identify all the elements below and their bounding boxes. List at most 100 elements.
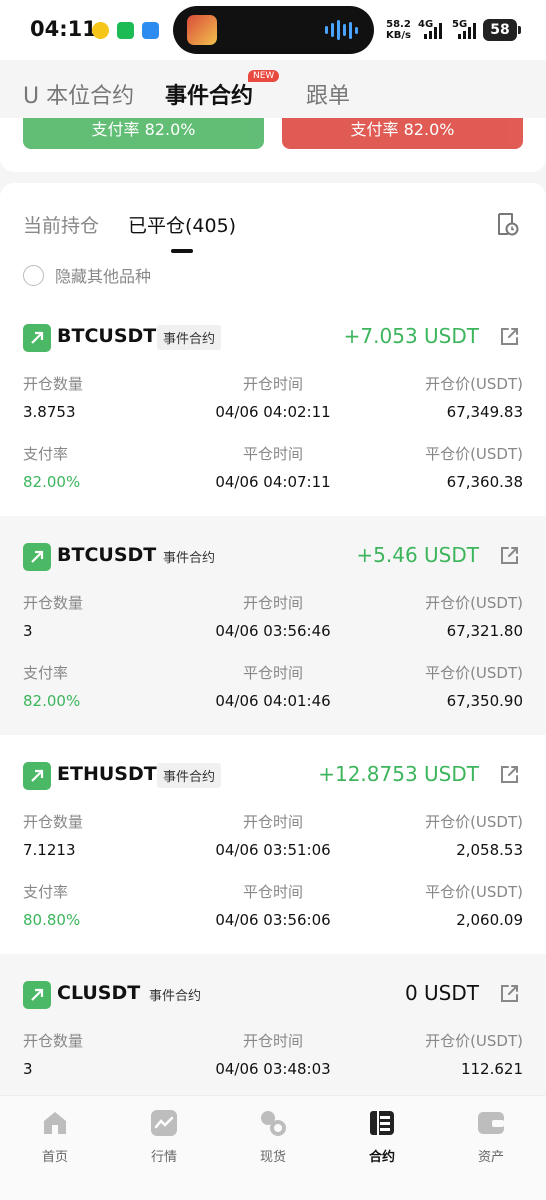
card-header: BTCUSDT 事件合约 +5.46 USDT [23,540,523,571]
battery-icon: 58 [483,19,521,41]
radio-checkbox[interactable] [23,264,44,286]
signal-bars-icon [424,22,442,39]
wallet-icon [478,1112,504,1134]
pay-rate-panel: 支付率 82.0% 支付率 82.0% [0,118,546,172]
pay-rate-value: 82.00% [23,473,81,491]
position-card[interactable]: BTCUSDT 事件合约 +7.053 USDT 开仓数量 3.8753 开仓时… [0,297,546,516]
open-price-label: 开仓价(USDT) [425,375,523,393]
symbol-name: ETHUSDT [57,763,157,785]
open-time-value: 04/06 03:56:46 [215,622,331,640]
pay-rate-value: 82.00% [23,692,81,710]
active-tab-indicator [171,249,193,253]
nav-assets[interactable]: 资产 [451,1108,531,1165]
trend-up-icon [23,981,51,1009]
open-time-field: 开仓时间 04/06 03:56:46 [183,592,363,640]
nav-spot[interactable]: 现货 [233,1108,313,1165]
pnl-value: +7.053 USDT [343,324,479,348]
quantity-label: 开仓数量 [23,1032,84,1050]
open-price-value: 112.621 [460,1060,523,1078]
close-time-label: 平仓时间 [242,883,303,901]
spot-icon [261,1111,286,1136]
hide-other-symbols-toggle[interactable]: 隐藏其他品种 [23,263,151,287]
open-time-field: 开仓时间 04/06 03:51:06 [183,811,363,859]
card-header: BTCUSDT 事件合约 +7.053 USDT [23,321,523,352]
trend-up-icon [23,324,51,352]
audio-wave-icon [325,20,358,40]
tab-copy-trading[interactable]: 跟单 [306,78,350,110]
home-icon [44,1112,66,1134]
open-time-value: 04/06 03:48:03 [215,1060,331,1078]
share-icon[interactable] [497,982,521,1006]
open-price-label: 开仓价(USDT) [425,813,523,831]
close-price-value: 67,360.38 [446,473,523,491]
open-time-label: 开仓时间 [242,375,303,393]
open-price-value: 67,321.80 [446,622,523,640]
buy-up-button[interactable]: 支付率 82.0% [23,118,264,149]
position-card[interactable]: CLUSDT 事件合约 0 USDT 开仓数量 3 开仓时间 04/06 03:… [0,954,546,1095]
close-price-value: 67,350.90 [446,692,523,710]
pay-rate-field: 支付率 82.00% [23,443,80,491]
position-card[interactable]: BTCUSDT 事件合约 +5.46 USDT 开仓数量 3 开仓时间 04/0… [0,516,546,735]
card-header: CLUSDT 事件合约 0 USDT [23,978,523,1009]
pnl-value: 0 USDT [404,981,479,1005]
close-time-label: 平仓时间 [242,664,303,682]
nav-spot-label: 现货 [259,1150,286,1165]
share-icon[interactable] [497,325,521,349]
pay-rate-value: 80.80% [23,911,81,929]
notification-icons [92,22,159,39]
pnl-value: +5.46 USDT [356,543,479,567]
nav-market[interactable]: 行情 [124,1108,204,1165]
close-time-value: 04/06 04:07:11 [215,473,331,491]
tab-event-contract[interactable]: 事件合约 [165,78,253,110]
nav-contract[interactable]: 合约 [342,1108,422,1165]
open-price-label: 开仓价(USDT) [425,1032,523,1050]
open-time-label: 开仓时间 [242,813,303,831]
position-tabs: 当前持仓 已平仓(405) [23,211,523,253]
open-price-label: 开仓价(USDT) [425,594,523,612]
positions-panel: 当前持仓 已平仓(405) 隐藏其他品种 BTCUSDT 事件合约 +7.053… [0,183,546,1095]
buy-down-button[interactable]: 支付率 82.0% [282,118,523,149]
tab-current-positions[interactable]: 当前持仓 [23,211,99,238]
open-time-value: 04/06 03:51:06 [215,841,331,859]
pay-rate-label: 支付率 [23,445,69,463]
symbol-name: BTCUSDT [57,544,157,566]
pnl-value: +12.8753 USDT [318,762,479,786]
open-price-field: 开仓价(USDT) 67,349.83 [425,373,523,421]
share-icon[interactable] [497,763,521,787]
position-card[interactable]: ETHUSDT 事件合约 +12.8753 USDT 开仓数量 7.1213 开… [0,735,546,954]
status-time: 04:11 [30,17,97,41]
trend-up-icon [23,762,51,790]
trend-up-icon [23,543,51,571]
open-price-field: 开仓价(USDT) 67,321.80 [425,592,523,640]
open-price-value: 2,058.53 [456,841,523,859]
close-time-label: 平仓时间 [242,445,303,463]
app-notification-icon [92,22,109,39]
tab-closed-positions[interactable]: 已平仓(405) [128,211,236,238]
contract-type-tag: 事件合约 [157,763,222,788]
quantity-label: 开仓数量 [23,813,84,831]
symbol-name: BTCUSDT [57,325,157,347]
bottom-navigation: 首页 行情 现货 合约 资产 [0,1095,546,1200]
close-time-value: 04/06 04:01:46 [215,692,331,710]
quantity-field: 开仓数量 3.8753 [23,373,83,421]
quantity-value: 3 [23,1060,33,1078]
close-price-label: 平仓价(USDT) [425,883,523,901]
open-time-label: 开仓时间 [242,594,303,612]
history-record-icon[interactable] [495,211,519,237]
nav-contract-label: 合约 [368,1150,395,1165]
close-price-value: 2,060.09 [456,911,523,929]
contract-type-tag: 事件合约 [149,989,202,1004]
contract-icon [370,1111,394,1135]
quantity-value: 3.8753 [23,403,76,421]
nav-home[interactable]: 首页 [15,1108,95,1165]
hide-other-symbols-label: 隐藏其他品种 [55,267,152,286]
nav-home-label: 首页 [41,1150,68,1165]
close-time-value: 04/06 03:56:06 [215,911,331,929]
card-header: ETHUSDT 事件合约 +12.8753 USDT [23,759,523,790]
tab-u-margined-contract[interactable]: U 本位合约 [23,78,134,110]
dynamic-island[interactable] [173,6,374,54]
pay-rate-field: 支付率 80.80% [23,881,80,929]
share-icon[interactable] [497,544,521,568]
open-time-field: 开仓时间 04/06 04:02:11 [183,373,363,421]
open-time-value: 04/06 04:02:11 [215,403,331,421]
